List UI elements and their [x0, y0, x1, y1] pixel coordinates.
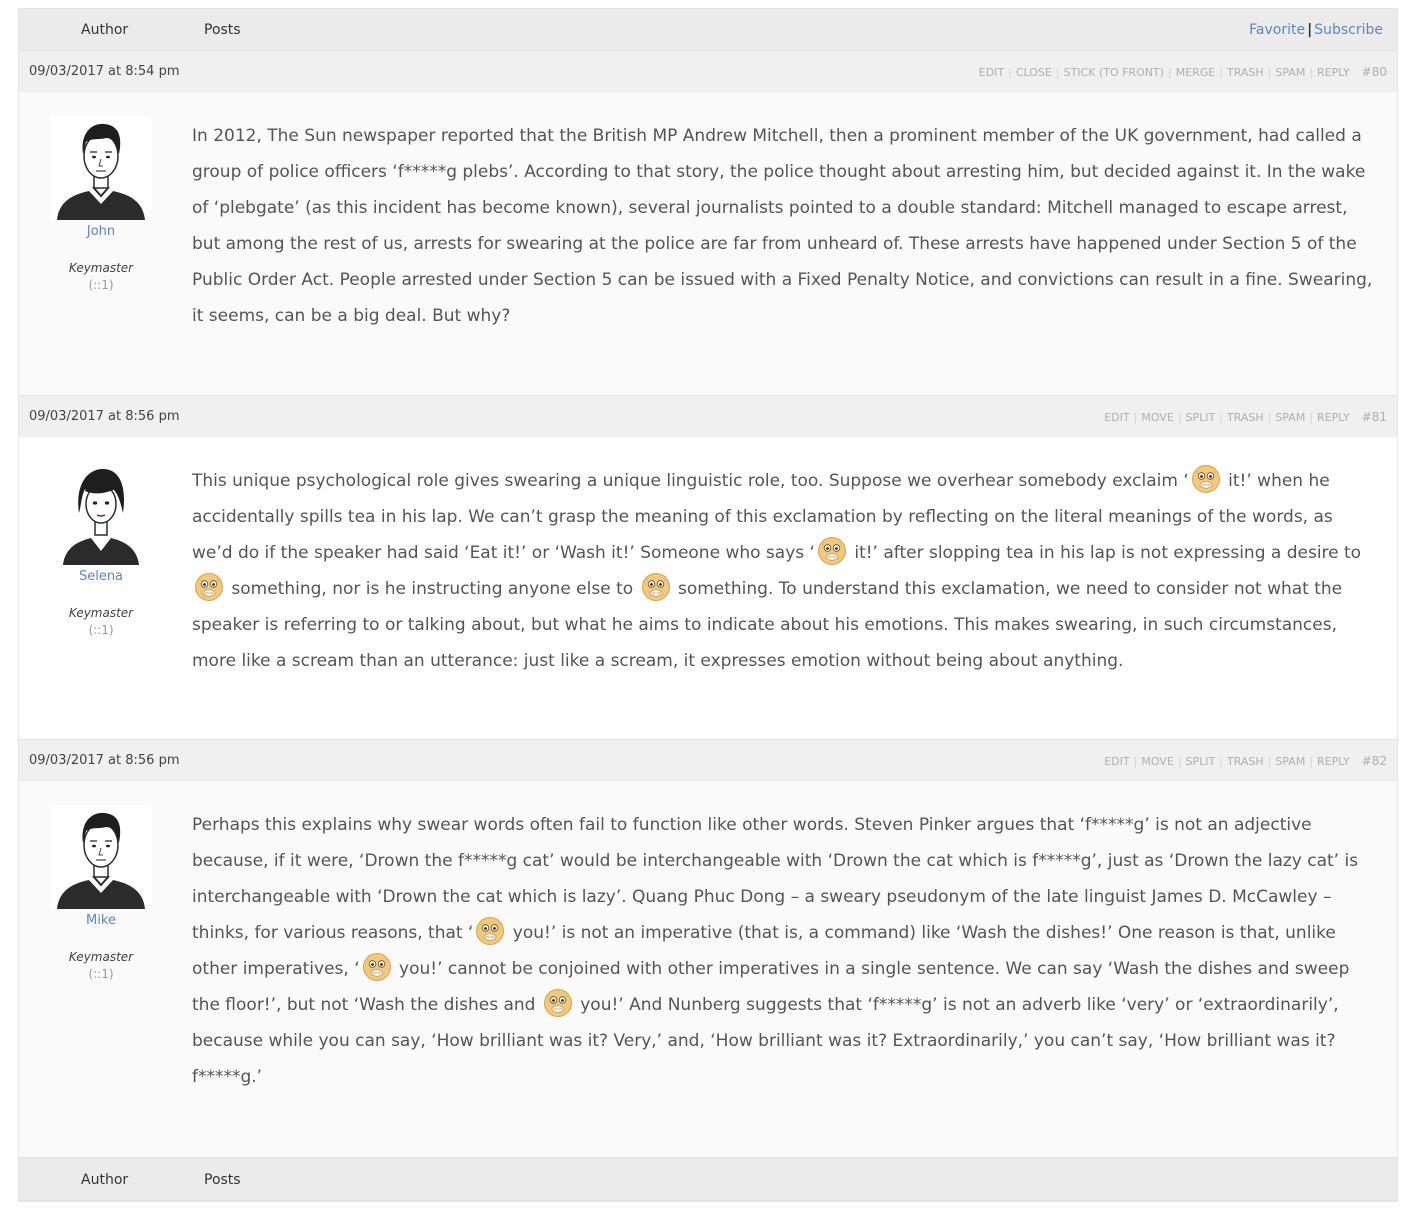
woman-avatar-icon[interactable]: [51, 461, 151, 565]
author-ip: (::1): [88, 967, 114, 981]
posts-column-header: Posts: [204, 22, 241, 38]
post-permalink[interactable]: #80: [1362, 65, 1387, 79]
post-body: John Keymaster (::1) In 2012, The Sun newsp…: [19, 92, 1397, 396]
posts-column-footer: Posts: [204, 1172, 241, 1188]
admin-link-separator: |: [1167, 66, 1172, 79]
admin-link-separator: |: [1177, 411, 1182, 424]
admin-link-edit[interactable]: EDIT: [979, 66, 1004, 79]
author-ip: (::1): [88, 278, 114, 292]
admin-link-merge[interactable]: MERGE: [1176, 66, 1216, 79]
post-content: This unique psychological role gives swe…: [192, 463, 1377, 679]
post-date: 09/03/2017 at 8:54 pm: [29, 64, 180, 79]
post-content: In 2012, The Sun newspaper reported that…: [192, 118, 1377, 334]
author-role: Keymaster: [68, 606, 134, 620]
post-admin-links: EDIT | MOVE | SPLIT | TRASH | SPAM | REPLY #81: [1104, 410, 1387, 424]
author-name-link[interactable]: Selena: [19, 569, 183, 584]
topic-header: Author Posts Favorite | Subscribe: [19, 8, 1397, 51]
post-text: something, nor is he instructing anyone …: [226, 579, 639, 599]
post-body: Mike Keymaster (::1) Perhaps this explains …: [19, 781, 1397, 1158]
favorite-link[interactable]: Favorite: [1249, 22, 1305, 38]
forum-topic: Author Posts Favorite | Subscribe 09/03/20…: [18, 8, 1398, 1202]
admin-link-separator: |: [1133, 411, 1138, 424]
admin-link-separator: |: [1008, 66, 1012, 79]
admin-link-separator: |: [1219, 411, 1223, 424]
admin-link-separator: |: [1309, 755, 1314, 768]
man-avatar-icon[interactable]: [51, 116, 151, 220]
censored-swear-face-icon: [194, 572, 224, 602]
post-text: This unique psychological role gives swe…: [192, 471, 1189, 491]
post-admin-links: EDIT | MOVE | SPLIT | TRASH | SPAM | REPLY #82: [1104, 754, 1387, 768]
admin-link-move[interactable]: MOVE: [1141, 755, 1173, 768]
admin-link-separator: |: [1055, 66, 1060, 79]
admin-link-separator: |: [1219, 66, 1223, 79]
post-text: it!’ after slopping tea in his lap is no…: [848, 543, 1362, 563]
post-author: JohnKeymaster(::1): [19, 92, 183, 292]
admin-link-reply[interactable]: REPLY: [1317, 755, 1350, 768]
admin-link-separator: |: [1267, 66, 1272, 79]
link-separator: |: [1307, 22, 1313, 38]
admin-link-separator: |: [1309, 411, 1314, 424]
post-admin-links: EDIT | CLOSE | STICK (TO FRONT) | MERGE | TRASH |…: [979, 65, 1387, 79]
censored-swear-face-icon: [817, 536, 847, 566]
author-ip: (::1): [88, 623, 114, 637]
admin-link-trash[interactable]: TRASH: [1227, 411, 1264, 424]
admin-link-close[interactable]: CLOSE: [1016, 66, 1052, 79]
post-content: Perhaps this explains why swear words of…: [192, 807, 1377, 1095]
admin-link-trash[interactable]: TRASH: [1227, 66, 1264, 79]
admin-link-edit[interactable]: EDIT: [1104, 411, 1129, 424]
admin-link-separator: |: [1133, 755, 1138, 768]
admin-link-spam[interactable]: SPAM: [1275, 411, 1305, 424]
topic-footer: Author Posts: [19, 1158, 1397, 1201]
post-author: SelenaKeymaster(::1): [19, 437, 183, 637]
censored-swear-face-icon: [475, 916, 505, 946]
post-list: 09/03/2017 at 8:54 pm EDIT | CLOSE | STICK (T…: [19, 51, 1397, 1158]
admin-link-split[interactable]: SPLIT: [1186, 755, 1216, 768]
post-meta: 09/03/2017 at 8:56 pm EDIT | MOVE | SPLIT | TRA…: [19, 396, 1397, 437]
admin-link-spam[interactable]: SPAM: [1275, 755, 1305, 768]
censored-swear-face-icon: [1191, 464, 1221, 494]
author-column-footer: Author: [81, 1172, 129, 1188]
censored-swear-face-icon: [641, 572, 671, 602]
admin-link-separator: |: [1177, 755, 1182, 768]
author-column-header: Author: [81, 22, 129, 38]
post-meta: 09/03/2017 at 8:56 pm EDIT | MOVE | SPLIT | TRA…: [19, 740, 1397, 781]
admin-link-separator: |: [1267, 411, 1272, 424]
author-name-link[interactable]: John: [19, 224, 183, 239]
admin-link-edit[interactable]: EDIT: [1104, 755, 1129, 768]
post-permalink[interactable]: #82: [1362, 754, 1387, 768]
post-text: In 2012, The Sun newspaper reported that…: [192, 126, 1373, 326]
admin-link-separator: |: [1267, 755, 1272, 768]
post-permalink[interactable]: #81: [1362, 410, 1387, 424]
post-meta: 09/03/2017 at 8:54 pm EDIT | CLOSE | STICK (T…: [19, 51, 1397, 92]
author-role: Keymaster: [68, 261, 134, 275]
post-author: MikeKeymaster(::1): [19, 781, 183, 981]
admin-link-split[interactable]: SPLIT: [1186, 411, 1216, 424]
admin-link-reply[interactable]: REPLY: [1317, 66, 1350, 79]
admin-link-move[interactable]: MOVE: [1141, 411, 1173, 424]
admin-link-stick-to-front[interactable]: STICK (TO FRONT): [1064, 66, 1164, 79]
admin-link-separator: |: [1219, 755, 1223, 768]
author-name-link[interactable]: Mike: [19, 913, 183, 928]
admin-link-separator: |: [1309, 66, 1314, 79]
man-avatar-icon[interactable]: [51, 805, 151, 909]
post-date: 09/03/2017 at 8:56 pm: [29, 753, 180, 768]
censored-swear-face-icon: [362, 952, 392, 982]
author-role: Keymaster: [68, 950, 134, 964]
admin-link-reply[interactable]: REPLY: [1317, 411, 1350, 424]
admin-link-spam[interactable]: SPAM: [1275, 66, 1305, 79]
post-date: 09/03/2017 at 8:56 pm: [29, 409, 180, 424]
post-body: SelenaKeymaster(::1) This unique psycholo…: [19, 437, 1397, 740]
favorite-subscribe: Favorite | Subscribe: [1249, 22, 1383, 38]
subscribe-link[interactable]: Subscribe: [1314, 22, 1383, 38]
censored-swear-face-icon: [543, 988, 573, 1018]
admin-link-trash[interactable]: TRASH: [1227, 755, 1264, 768]
